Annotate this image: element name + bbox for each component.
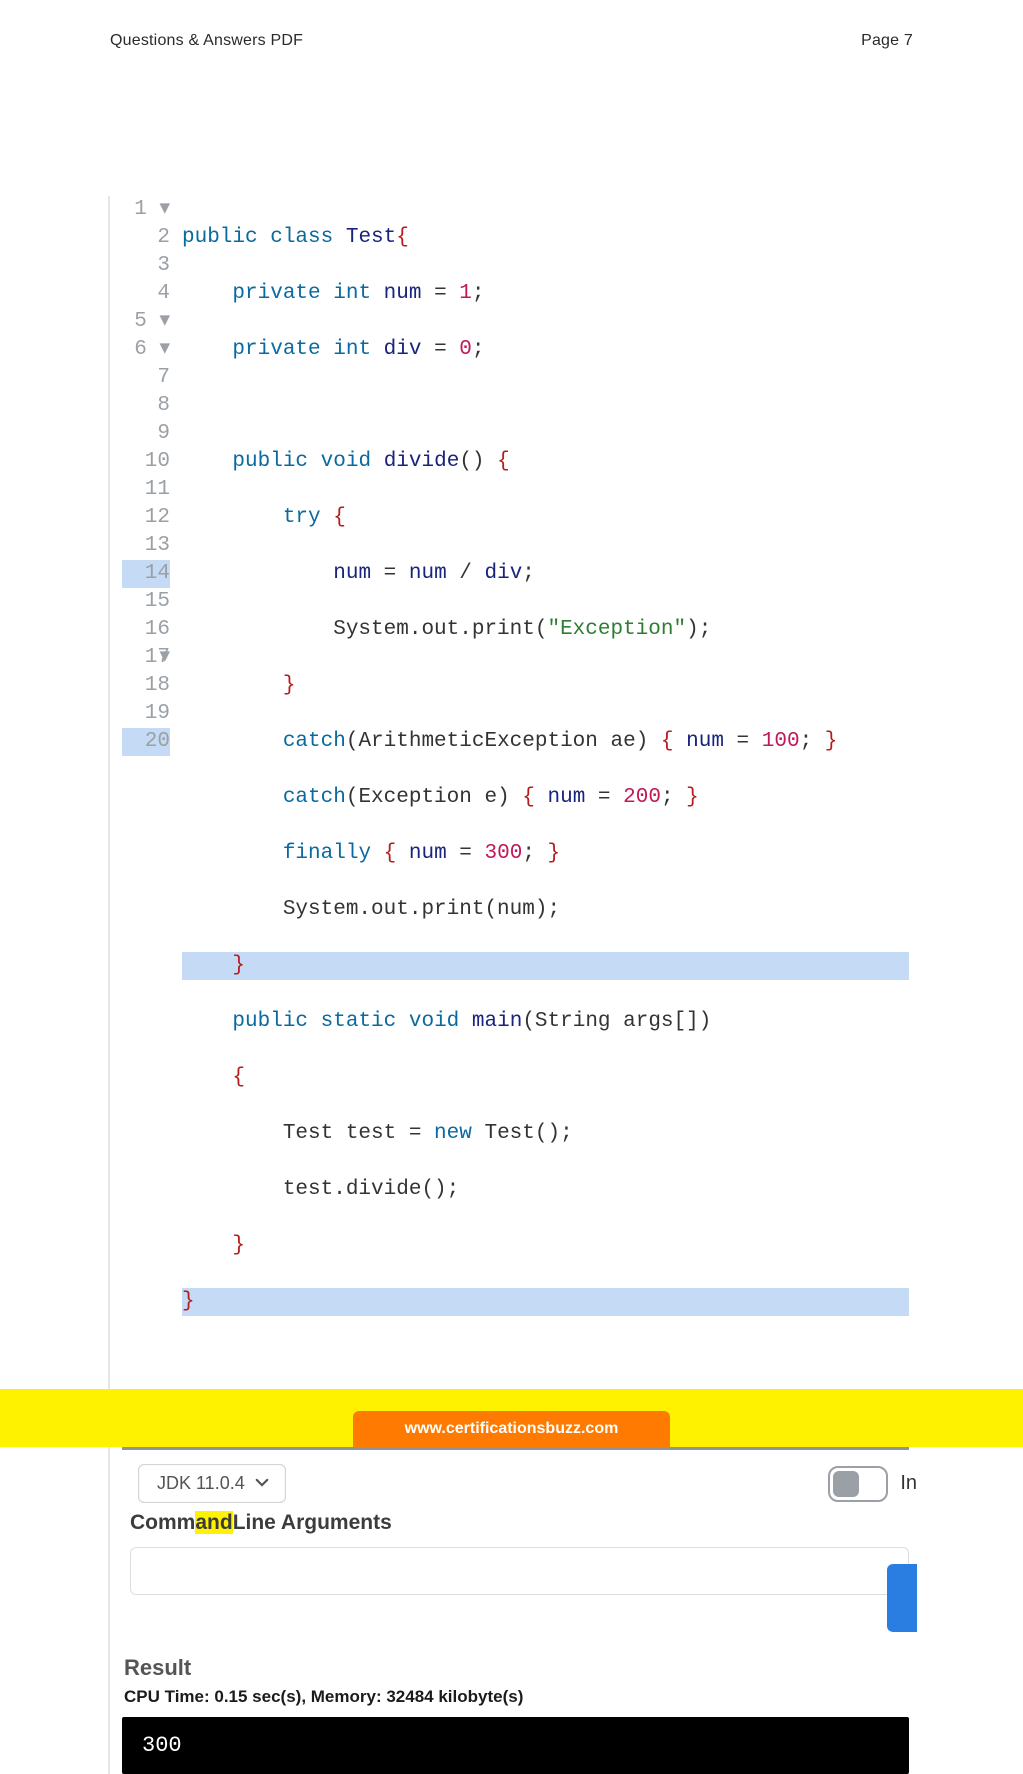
controls-row: JDK 11.0.4 In — [122, 1450, 909, 1511]
line-number: 13 — [122, 532, 170, 560]
cpu-time-line: CPU Time: 0.15 sec(s), Memory: 32484 kil… — [122, 1681, 909, 1717]
line-number: 5 ▾ — [122, 308, 170, 336]
line-number: 4 — [122, 280, 170, 308]
chevron-down-icon — [255, 1473, 269, 1494]
line-number: 16 ▾ — [122, 616, 170, 644]
line-number: 6 ▾ — [122, 336, 170, 364]
line-number: 7 — [122, 364, 170, 392]
footer-url: www.certificationsbuzz.com — [353, 1411, 671, 1447]
result-section: Result CPU Time: 0.15 sec(s), Memory: 32… — [122, 1655, 909, 1774]
run-button[interactable] — [887, 1564, 917, 1632]
line-number: 9 — [122, 420, 170, 448]
line-gutter: 1 ▾ 2 3 4 5 ▾ 6 ▾ 7 8 9 10 11 12 13 14 1… — [122, 196, 182, 1372]
code-content: public class Test{ private int num = 1; … — [182, 196, 909, 1372]
line-number: 8 — [122, 392, 170, 420]
line-number: 14 — [122, 560, 170, 588]
result-title: Result — [122, 1655, 909, 1681]
line-number: 15 — [122, 588, 170, 616]
code-editor: 1 ▾ 2 3 4 5 ▾ 6 ▾ 7 8 9 10 11 12 13 14 1… — [122, 196, 909, 1372]
line-number: 12 — [122, 504, 170, 532]
interactive-toggle[interactable] — [828, 1466, 888, 1502]
line-number: 20 — [122, 728, 170, 756]
header-left: Questions & Answers PDF — [110, 32, 303, 50]
page-header: Questions & Answers PDF Page 7 — [0, 0, 1023, 50]
interactive-toggle-wrap: In — [828, 1466, 917, 1502]
line-number: 18 — [122, 672, 170, 700]
commandline-label: CommandLine Arguments — [122, 1511, 909, 1541]
line-number: 11 — [122, 476, 170, 504]
line-number: 2 — [122, 224, 170, 252]
header-right: Page 7 — [861, 32, 913, 50]
jdk-value: JDK 11.0.4 — [157, 1473, 245, 1493]
toggle-knob — [833, 1471, 859, 1497]
console-output: 300 — [122, 1717, 909, 1774]
line-number: 1 ▾ — [122, 196, 170, 224]
line-number: 17 — [122, 644, 170, 672]
footer-band: www.certificationsbuzz.com — [0, 1389, 1023, 1447]
line-number: 3 — [122, 252, 170, 280]
jdk-select[interactable]: JDK 11.0.4 — [138, 1464, 286, 1503]
commandline-input[interactable] — [130, 1547, 909, 1595]
line-number: 19 — [122, 700, 170, 728]
line-number: 10 — [122, 448, 170, 476]
content-card: 1 ▾ 2 3 4 5 ▾ 6 ▾ 7 8 9 10 11 12 13 14 1… — [108, 196, 915, 1774]
toggle-label: In — [900, 1472, 917, 1495]
